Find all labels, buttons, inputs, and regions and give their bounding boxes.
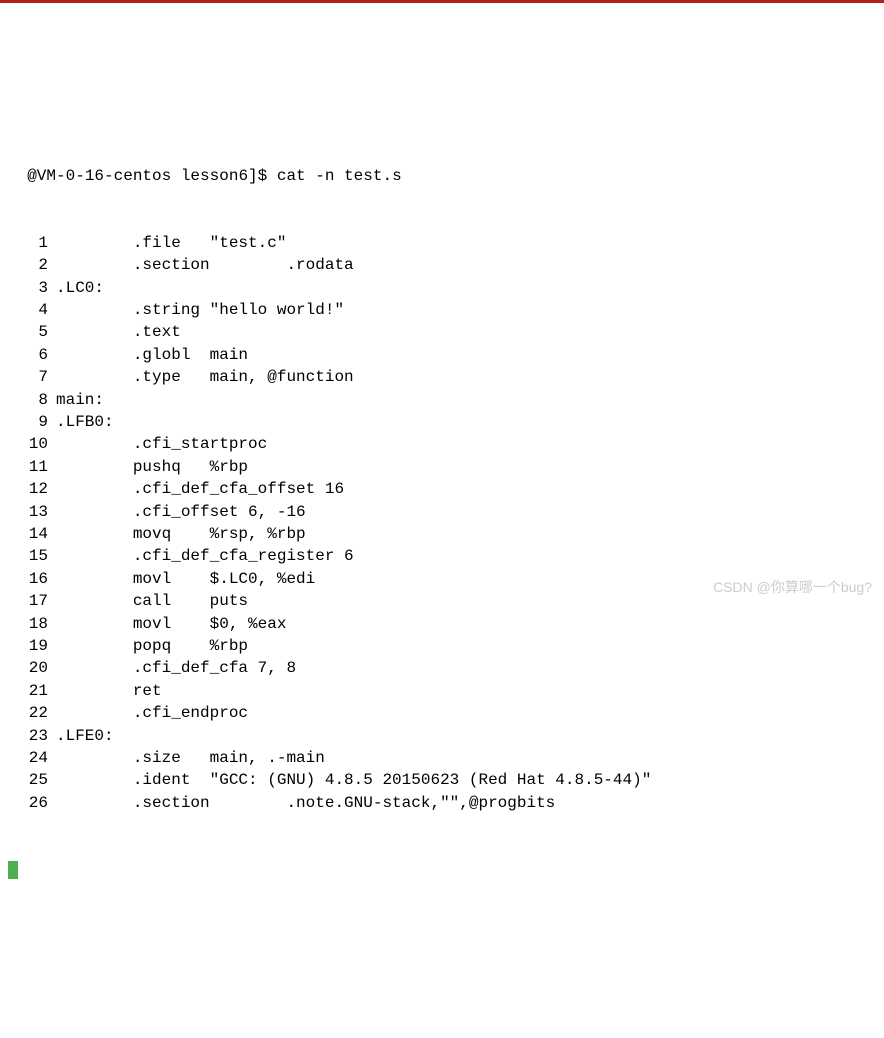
line-content: .ident "GCC: (GNU) 4.8.5 20150623 (Red H…	[56, 769, 651, 791]
line-content: .cfi_def_cfa 7, 8	[56, 657, 296, 679]
line-number: 10	[8, 433, 56, 455]
code-line: 26 .section .note.GNU-stack,"",@progbits	[8, 792, 876, 814]
line-number: 9	[8, 411, 56, 433]
line-content: movl $.LC0, %edi	[56, 568, 315, 590]
line-content: call puts	[56, 590, 248, 612]
code-line: 23.LFE0:	[8, 725, 876, 747]
line-content: .cfi_endproc	[56, 702, 248, 724]
code-line: 2 .section .rodata	[8, 254, 876, 276]
line-content: .string "hello world!"	[56, 299, 344, 321]
line-number: 14	[8, 523, 56, 545]
code-line: 8main:	[8, 389, 876, 411]
code-line: 12 .cfi_def_cfa_offset 16	[8, 478, 876, 500]
line-number: 7	[8, 366, 56, 388]
line-number: 4	[8, 299, 56, 321]
code-line: 19 popq %rbp	[8, 635, 876, 657]
line-content: .file "test.c"	[56, 232, 286, 254]
line-number: 5	[8, 321, 56, 343]
line-content: .globl main	[56, 344, 248, 366]
code-line: 3.LC0:	[8, 277, 876, 299]
line-number: 25	[8, 769, 56, 791]
line-number: 17	[8, 590, 56, 612]
code-line: 24 .size main, .-main	[8, 747, 876, 769]
code-line: 25 .ident "GCC: (GNU) 4.8.5 20150623 (Re…	[8, 769, 876, 791]
code-line: 9.LFB0:	[8, 411, 876, 433]
window-top-border	[0, 0, 884, 3]
code-line: 20 .cfi_def_cfa 7, 8	[8, 657, 876, 679]
line-content: .LFB0:	[56, 411, 114, 433]
line-content: .size main, .-main	[56, 747, 325, 769]
line-content: movl $0, %eax	[56, 613, 286, 635]
code-line: 11 pushq %rbp	[8, 456, 876, 478]
code-line: 22 .cfi_endproc	[8, 702, 876, 724]
terminal-output: 1 .file "test.c"2 .section .rodata3.LC0:…	[8, 232, 876, 814]
line-number: 19	[8, 635, 56, 657]
code-line: 15 .cfi_def_cfa_register 6	[8, 545, 876, 567]
line-number: 13	[8, 501, 56, 523]
code-line: 21 ret	[8, 680, 876, 702]
next-prompt-line[interactable]	[8, 859, 876, 881]
line-number: 22	[8, 702, 56, 724]
line-content: .cfi_startproc	[56, 433, 267, 455]
cursor-icon	[8, 861, 18, 879]
code-line: 6 .globl main	[8, 344, 876, 366]
line-content: movq %rsp, %rbp	[56, 523, 306, 545]
line-content: .cfi_def_cfa_offset 16	[56, 478, 344, 500]
line-number: 6	[8, 344, 56, 366]
line-content: .section .rodata	[56, 254, 354, 276]
line-content: ret	[56, 680, 162, 702]
code-line: 13 .cfi_offset 6, -16	[8, 501, 876, 523]
shell-prompt-text: @VM-0-16-centos lesson6]$ cat -n test.s	[27, 167, 401, 185]
line-content: .type main, @function	[56, 366, 354, 388]
code-line: 5 .text	[8, 321, 876, 343]
line-content: .cfi_def_cfa_register 6	[56, 545, 354, 567]
line-number: 20	[8, 657, 56, 679]
line-content: popq %rbp	[56, 635, 248, 657]
line-number: 3	[8, 277, 56, 299]
line-number: 24	[8, 747, 56, 769]
code-line: 14 movq %rsp, %rbp	[8, 523, 876, 545]
code-line: 18 movl $0, %eax	[8, 613, 876, 635]
code-line: 16 movl $.LC0, %edi	[8, 568, 876, 590]
line-number: 8	[8, 389, 56, 411]
line-content: main:	[56, 389, 104, 411]
line-number: 15	[8, 545, 56, 567]
line-number: 11	[8, 456, 56, 478]
line-number: 12	[8, 478, 56, 500]
line-content: .text	[56, 321, 181, 343]
code-line: 7 .type main, @function	[8, 366, 876, 388]
code-line: 17 call puts	[8, 590, 876, 612]
code-line: 1 .file "test.c"	[8, 232, 876, 254]
line-number: 18	[8, 613, 56, 635]
line-number: 23	[8, 725, 56, 747]
line-content: .section .note.GNU-stack,"",@progbits	[56, 792, 555, 814]
line-content: .LFE0:	[56, 725, 114, 747]
line-number: 16	[8, 568, 56, 590]
line-content: pushq %rbp	[56, 456, 248, 478]
line-number: 21	[8, 680, 56, 702]
shell-prompt-line: @VM-0-16-centos lesson6]$ cat -n test.s	[8, 142, 876, 187]
code-line: 4 .string "hello world!"	[8, 299, 876, 321]
line-content: .cfi_offset 6, -16	[56, 501, 306, 523]
code-line: 10 .cfi_startproc	[8, 433, 876, 455]
line-content: .LC0:	[56, 277, 104, 299]
line-number: 26	[8, 792, 56, 814]
line-number: 2	[8, 254, 56, 276]
line-number: 1	[8, 232, 56, 254]
